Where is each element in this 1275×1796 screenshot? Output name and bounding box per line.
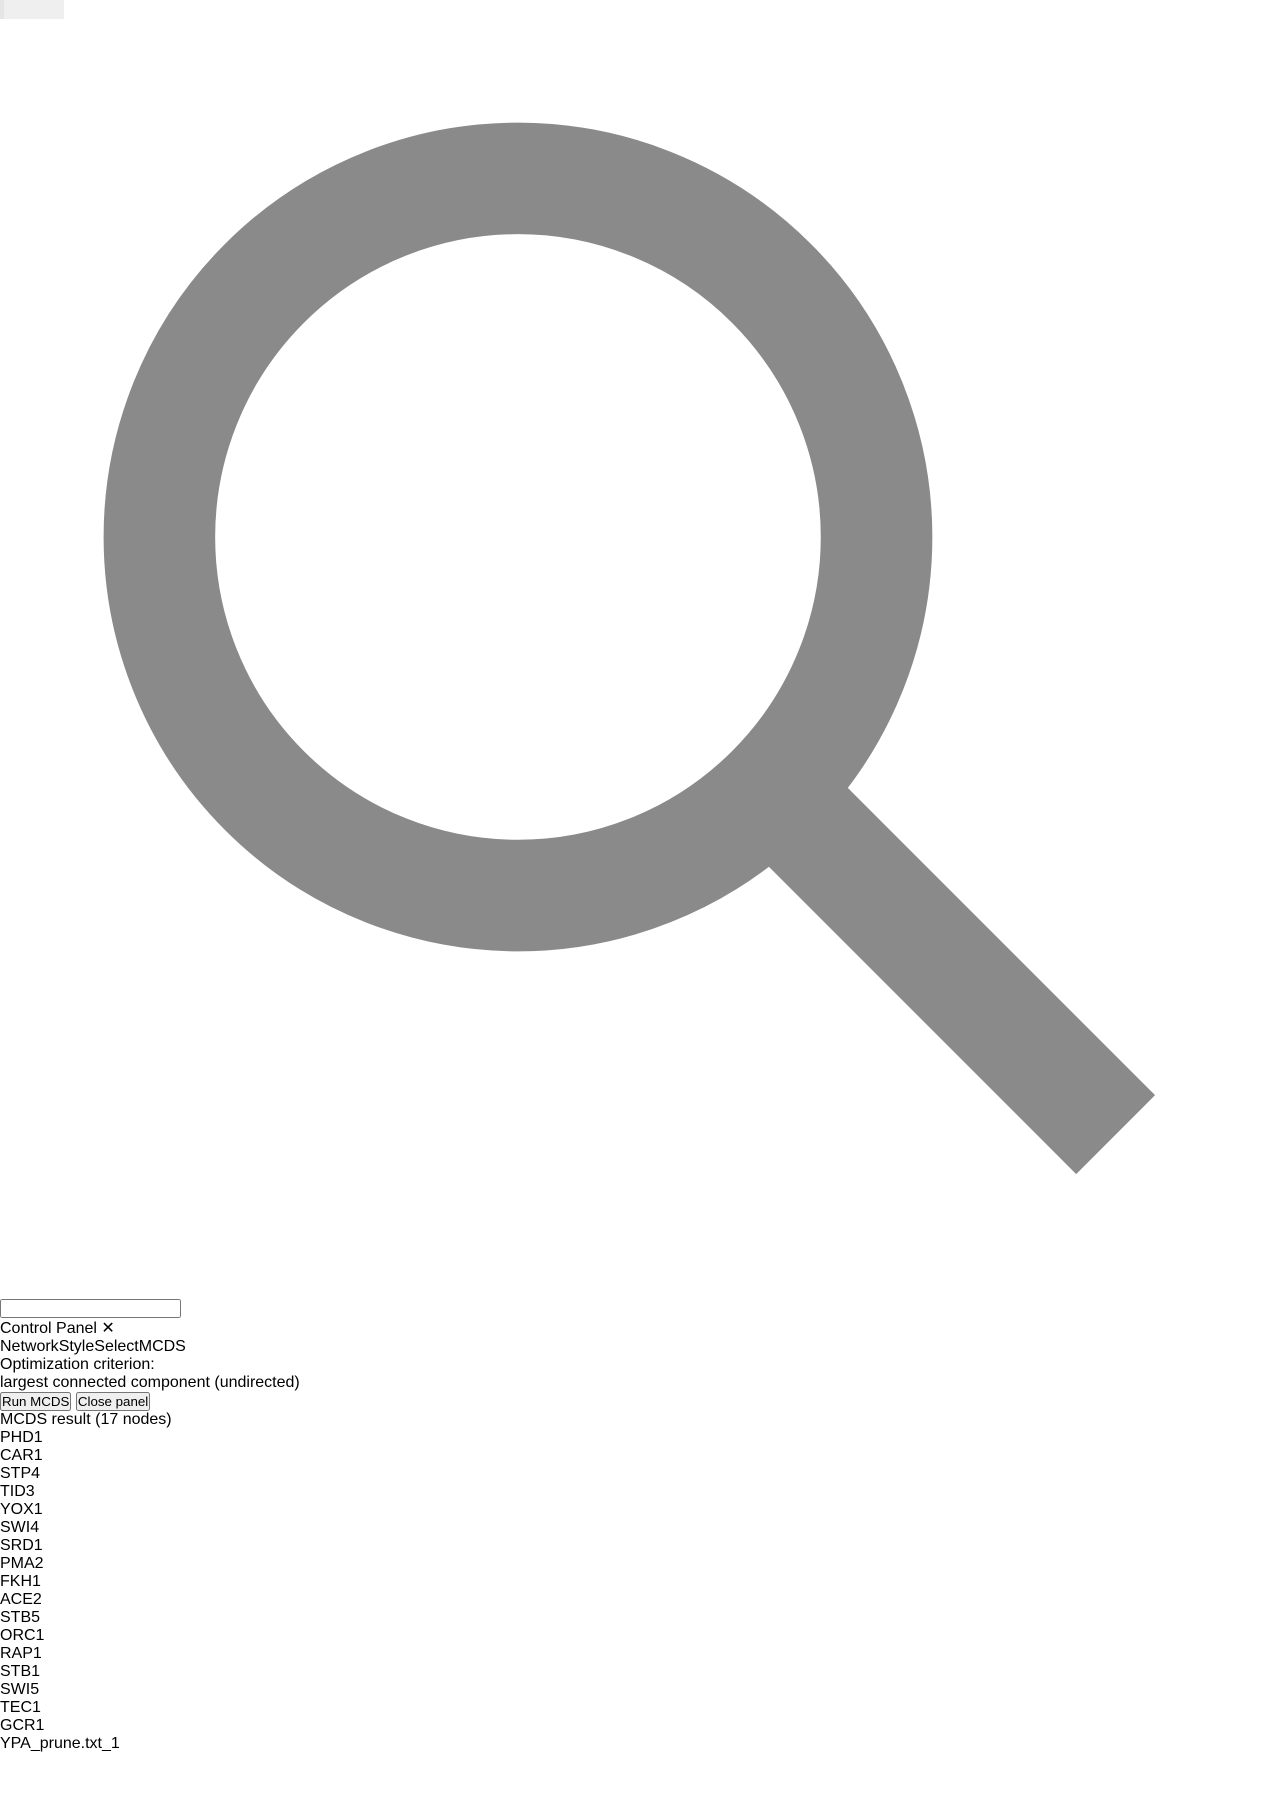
tab-network[interactable]: Network	[0, 1338, 59, 1355]
mcds-result-item[interactable]: RAP1	[0, 1645, 1275, 1663]
optimization-criterion-select[interactable]: largest connected component (undirected)	[0, 1374, 1275, 1392]
tab-style[interactable]: Style	[59, 1338, 95, 1355]
network-title: YPA_prune.txt_1	[0, 1735, 120, 1752]
search-icon	[0, 19, 1275, 1294]
mcds-result-groupbox: MCDS result (17 nodes) PHD1CAR1STP4TID3Y…	[0, 1411, 1275, 1735]
network-graph[interactable]	[0, 1753, 1275, 1796]
desktop: Control Panel ✕ NetworkStyleSelectMCDS O…	[0, 0, 1275, 1796]
mcds-result-item[interactable]: SRD1	[0, 1537, 1275, 1555]
control-panel: Control Panel ✕ NetworkStyleSelectMCDS O…	[0, 1318, 1275, 1735]
main-toolbar	[0, 0, 1275, 1318]
mcds-tab-content: Optimization criterion: largest connecte…	[0, 1356, 1275, 1735]
close-panel-button[interactable]: Close panel	[76, 1392, 150, 1411]
mcds-result-list[interactable]: PHD1CAR1STP4TID3YOX1SWI4SRD1PMA2FKH1ACE2…	[0, 1429, 1275, 1735]
tab-select[interactable]: Select	[94, 1338, 138, 1355]
mcds-result-item[interactable]: FKH1	[0, 1573, 1275, 1591]
network-titlebar: YPA_prune.txt_1	[0, 1735, 1275, 1753]
mcds-result-item[interactable]: ORC1	[0, 1627, 1275, 1645]
show-all-icon[interactable]	[60, 0, 64, 19]
network-window: YPA_prune.txt_1	[0, 1735, 1275, 1796]
mcds-result-item[interactable]: TID3	[0, 1483, 1275, 1501]
network-canvas[interactable]	[0, 1753, 1275, 1796]
mcds-result-item[interactable]: SWI5	[0, 1681, 1275, 1699]
optimization-criterion-label: Optimization criterion:	[0, 1356, 1275, 1374]
mcds-result-item[interactable]: YOX1	[0, 1501, 1275, 1519]
mcds-result-item[interactable]: SWI4	[0, 1519, 1275, 1537]
mcds-result-item[interactable]: CAR1	[0, 1447, 1275, 1465]
search-input[interactable]	[0, 1299, 181, 1318]
control-panel-title: Control Panel	[0, 1320, 97, 1337]
search-box[interactable]	[0, 19, 1275, 1318]
criterion-selected-value: largest connected component (undirected)	[0, 1374, 300, 1391]
mcds-result-item[interactable]: GCR1	[0, 1717, 1275, 1735]
mcds-result-item[interactable]: STB5	[0, 1609, 1275, 1627]
mcds-result-item[interactable]: PMA2	[0, 1555, 1275, 1573]
cytoscape-window: Control Panel ✕ NetworkStyleSelectMCDS O…	[0, 0, 1275, 1796]
mcds-result-item[interactable]: PHD1	[0, 1429, 1275, 1447]
close-panel-icon[interactable]: ✕	[101, 1320, 114, 1337]
mcds-result-title: MCDS result (17 nodes)	[0, 1411, 172, 1428]
mcds-result-item[interactable]: STP4	[0, 1465, 1275, 1483]
mcds-result-item[interactable]: STB1	[0, 1663, 1275, 1681]
mcds-result-item[interactable]: TEC1	[0, 1699, 1275, 1717]
control-panel-tabs: NetworkStyleSelectMCDS	[0, 1338, 1275, 1356]
mcds-result-item[interactable]: ACE2	[0, 1591, 1275, 1609]
run-mcds-button[interactable]: Run MCDS	[0, 1392, 71, 1411]
tab-mcds[interactable]: MCDS	[139, 1338, 186, 1355]
